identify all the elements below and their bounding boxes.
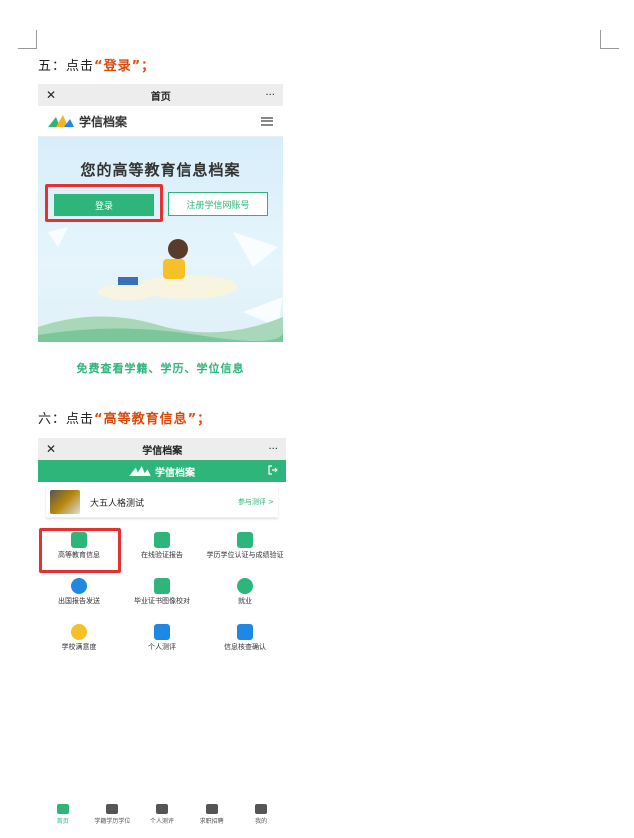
step-five-highlight: 登录 (103, 59, 132, 74)
home-icon (56, 804, 69, 814)
tab-label: 我的 (255, 818, 268, 825)
step-six-prefix: 六：点击 (38, 412, 95, 427)
close-icon[interactable]: ✕ (46, 442, 56, 456)
tab-item-3[interactable]: 求职招聘 (187, 804, 237, 830)
brand-bar: 学信档案 (38, 460, 286, 482)
top-bar-title: 首页 (150, 91, 171, 103)
step-six-close-quote: ”； (187, 412, 212, 427)
service-item-4[interactable]: 毕业证书图像校对 (121, 578, 203, 606)
step-five-instruction: 五：点击“登录”； (38, 55, 155, 74)
user-icon (255, 804, 268, 814)
highlight-box-login (45, 184, 163, 222)
highlight-box-higher-edu (39, 528, 121, 573)
service-item-2[interactable]: 学历学位认证与成绩验证 (204, 532, 286, 560)
tab-label: 学籍学历学位 (94, 818, 131, 825)
globe-icon (71, 578, 87, 594)
browser-top-bar-2: ✕ 学信档案 ··· (38, 438, 286, 460)
logo-mark-icon (48, 115, 74, 127)
logo-text: 学信档案 (79, 114, 128, 129)
smile-icon (71, 624, 87, 640)
tab-label: 首页 (56, 818, 69, 825)
service-item-5[interactable]: 就业 (204, 578, 286, 606)
service-item-8[interactable]: 信息核查确认 (204, 624, 286, 652)
brand-logo-icon (129, 466, 151, 476)
cap-icon (106, 804, 119, 814)
service-item-label: 毕业证书图像校对 (134, 597, 190, 605)
site-logo[interactable]: 学信档案 (48, 113, 127, 130)
service-item-label: 在线验证报告 (141, 551, 183, 559)
crop-mark-top-left (18, 30, 37, 49)
clipboard-check-icon (154, 624, 170, 640)
service-item-3[interactable]: 出国报告发送 (38, 578, 120, 606)
service-item-label: 信息核查确认 (224, 643, 266, 651)
step-five-close-quote: ”； (131, 59, 156, 74)
service-item-label: 学历学位认证与成绩验证 (206, 551, 284, 559)
service-item-6[interactable]: 学校满意度 (38, 624, 120, 652)
user-check-icon (154, 578, 170, 594)
free-info-line: 免费查看学籍、学历、学位信息 (76, 362, 245, 375)
step-six-open-quote: “ (94, 412, 104, 427)
test-thumbnail (50, 490, 80, 514)
tab-label: 个人测评 (149, 818, 174, 825)
register-button[interactable]: 注册学信网账号 (168, 192, 268, 216)
briefcase-icon (205, 804, 218, 814)
step-five-open-quote: “ (94, 59, 104, 74)
step-five-prefix: 五：点击 (38, 59, 95, 74)
more-icon[interactable]: ··· (265, 90, 275, 101)
service-item-1[interactable]: 在线验证报告 (121, 532, 203, 560)
join-test-link[interactable]: 参与测评 > (238, 497, 274, 507)
archive-home-screenshot: ✕ 学信档案 ··· 学信档案 大五人格测试 参与测评 > 高等教育信息 在线验证… (38, 438, 286, 673)
login-page-screenshot: ✕ 首页 ··· 学信档案 您的高等教育信息档案 登录 注册学信网账号 (38, 84, 283, 342)
service-item-label: 个人测评 (148, 643, 176, 651)
id-card-icon (237, 532, 253, 548)
bottom-tab-bar: 首页 学籍学历学位 个人测评 求职招聘 我的 (38, 804, 286, 830)
crop-mark-top-right (600, 30, 619, 49)
step-six-highlight: 高等教育信息 (103, 412, 188, 427)
clipboard-icon (155, 804, 168, 814)
shield-check-icon (154, 532, 170, 548)
hero-banner: 您的高等教育信息档案 登录 注册学信网账号 (38, 137, 283, 342)
brand-name: 学信档案 (155, 467, 195, 479)
step-six-instruction: 六：点击“高等教育信息”； (38, 408, 211, 427)
service-item-label: 出国报告发送 (58, 597, 100, 605)
site-header: 学信档案 (38, 106, 283, 137)
tab-item-2[interactable]: 个人测评 (137, 804, 187, 830)
service-item-7[interactable]: 个人测评 (121, 624, 203, 652)
shield-user-icon (237, 624, 253, 640)
hero-title: 您的高等教育信息档案 (80, 161, 241, 179)
offer-icon (237, 578, 253, 594)
tab-item-0[interactable]: 首页 (38, 804, 88, 830)
browser-top-bar: ✕ 首页 ··· (38, 84, 283, 106)
logout-icon[interactable] (268, 465, 278, 478)
close-icon[interactable]: ✕ (46, 88, 56, 102)
more-icon[interactable]: ··· (268, 444, 278, 455)
personality-test-card[interactable]: 大五人格测试 参与测评 > (46, 487, 278, 518)
top-bar-title-2: 学信档案 (142, 445, 183, 457)
tab-item-4[interactable]: 我的 (236, 804, 286, 830)
tab-item-1[interactable]: 学籍学历学位 (88, 804, 138, 830)
service-item-label: 学校满意度 (61, 643, 97, 651)
test-title: 大五人格测试 (90, 498, 145, 509)
menu-icon[interactable] (261, 116, 273, 126)
service-item-label: 就业 (238, 597, 252, 605)
tab-label: 求职招聘 (199, 818, 224, 825)
